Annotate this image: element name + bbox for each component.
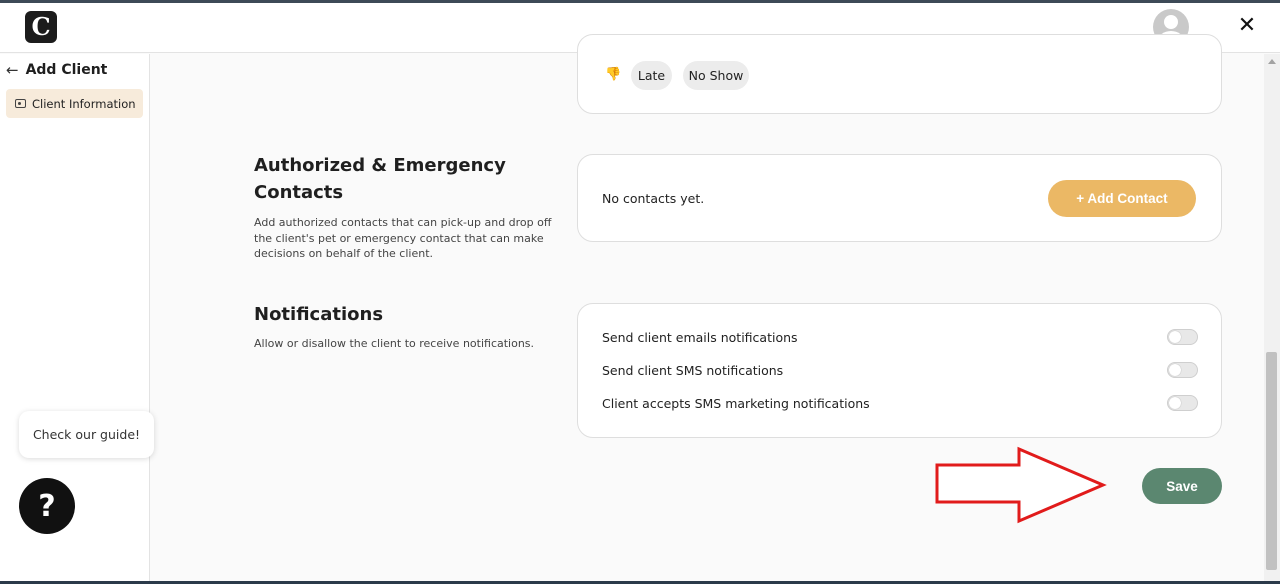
notification-row-sms: Send client SMS notifications [602,360,1198,380]
back-to-clients[interactable]: ← Add Client [6,60,107,80]
notification-label: Client accepts SMS marketing notificatio… [602,395,870,411]
guide-tooltip[interactable]: Check our guide! [19,411,154,458]
email-notifications-toggle[interactable] [1167,329,1198,345]
contacts-section-description: Add authorized contacts that can pick-up… [254,216,552,260]
notification-label: Send client emails notifications [602,329,798,345]
notifications-card: Send client emails notifications Send cl… [577,303,1222,438]
avatar-head [1164,15,1178,29]
thumbs-down-icon: 👎 [605,67,622,82]
no-contacts-text: No contacts yet. [602,191,705,206]
sms-notifications-toggle[interactable] [1167,362,1198,378]
app-logo-icon[interactable]: C [25,11,57,43]
notifications-section-title: Notifications [254,304,384,325]
notification-label: Send client SMS notifications [602,362,784,378]
chip-late[interactable]: Late [631,61,672,90]
notification-row-sms-marketing: Client accepts SMS marketing notificatio… [602,393,1198,413]
main-content: 👎 Late No Show Authorized & Emergency Co… [151,34,1264,584]
arrow-left-icon[interactable]: ← [6,61,19,79]
sidebar-title: Add Client [25,62,108,78]
add-contact-button[interactable]: + Add Contact [1048,180,1196,217]
close-icon[interactable]: ✕ [1236,15,1258,37]
notifications-section-description: Allow or disallow the client to receive … [254,337,535,350]
sms-marketing-toggle[interactable] [1167,395,1198,411]
sidebar-item-client-information[interactable]: Client Information [6,89,143,118]
chip-no-show[interactable]: No Show [683,61,749,90]
scroll-up-icon[interactable] [1268,59,1276,64]
id-card-icon [15,99,26,108]
help-button[interactable]: ? [19,478,75,534]
page-scrollbar[interactable] [1264,54,1280,584]
notification-row-emails: Send client emails notifications [602,327,1198,347]
sidebar-item-label: Client Information [32,96,136,111]
annotation-arrow-icon [935,446,1107,524]
attendance-card: 👎 Late No Show [577,34,1222,114]
contacts-card: No contacts yet. + Add Contact [577,154,1222,242]
scrollbar-thumb[interactable] [1266,352,1277,570]
contacts-section-title: Authorized & Emergency Contacts [254,155,506,203]
save-button[interactable]: Save [1142,468,1222,504]
